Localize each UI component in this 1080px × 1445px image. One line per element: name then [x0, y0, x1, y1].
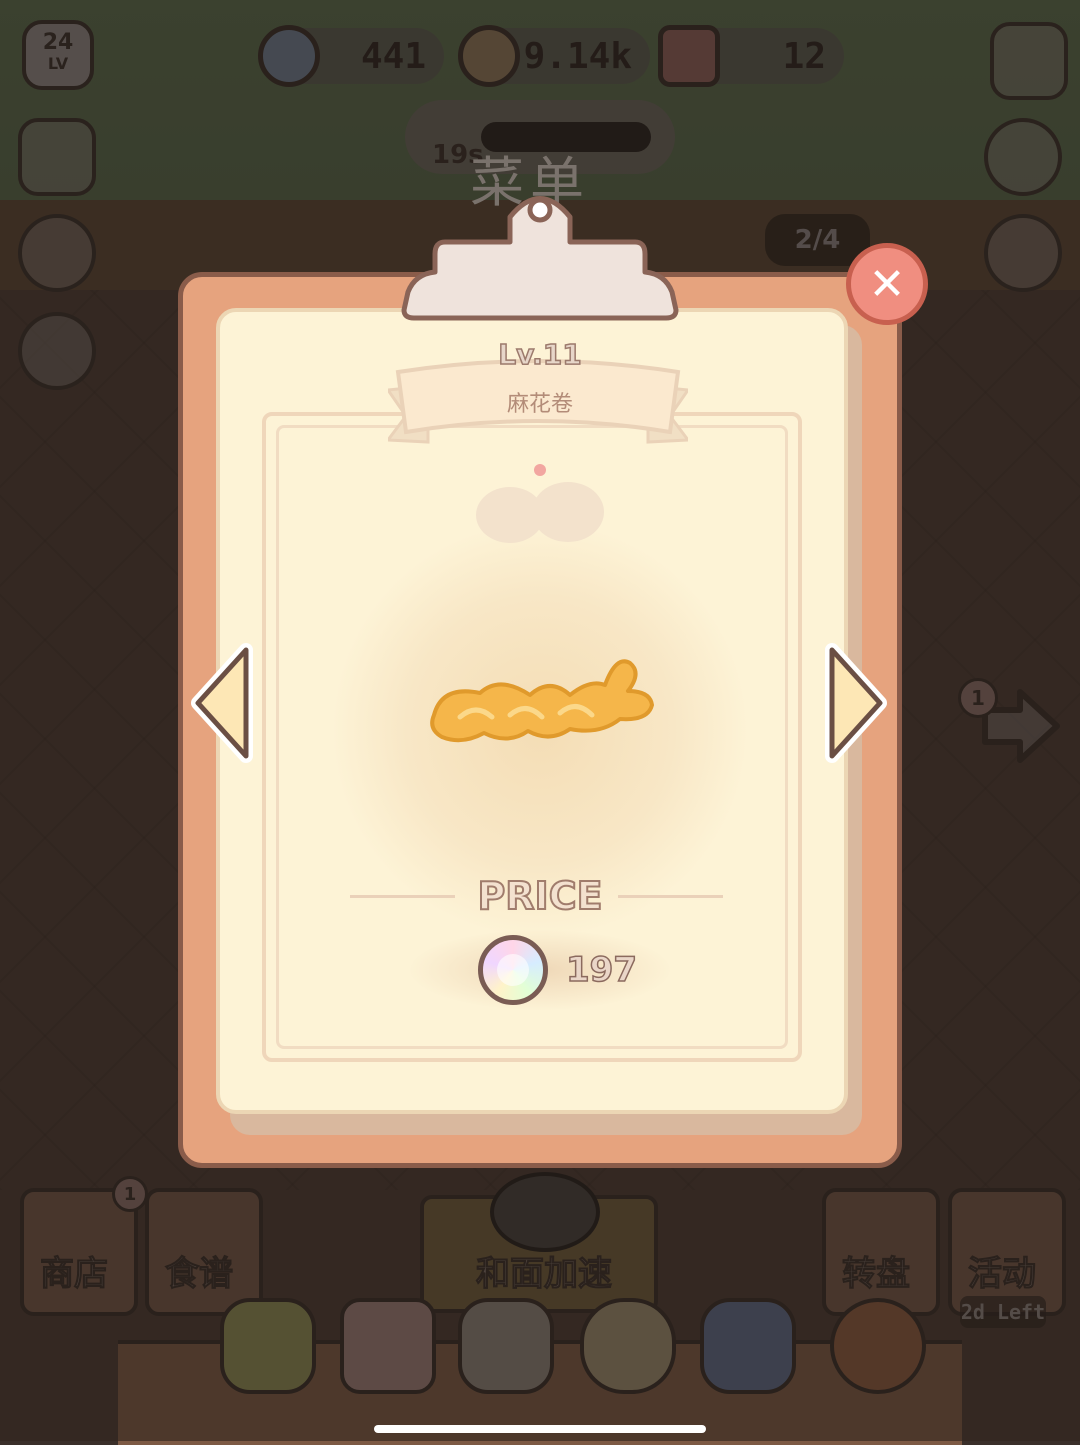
previous-dish-arrow-icon[interactable] [188, 642, 256, 764]
clipboard-clip-icon [401, 196, 679, 321]
dish-name: 麻花卷 [506, 392, 573, 417]
price-heading: PRICE [476, 873, 603, 919]
twisted-bread-icon [430, 659, 654, 743]
customer-silhouette-icon [476, 464, 604, 543]
price-value: 197 [565, 949, 637, 991]
next-dish-arrow-icon[interactable] [822, 642, 890, 764]
dish-level: Lv.11 [498, 337, 583, 372]
close-icon: ✕ [868, 258, 906, 310]
home-indicator[interactable] [374, 1425, 706, 1433]
close-button[interactable]: ✕ [846, 243, 928, 325]
rainbow-coin-icon [478, 935, 548, 1005]
